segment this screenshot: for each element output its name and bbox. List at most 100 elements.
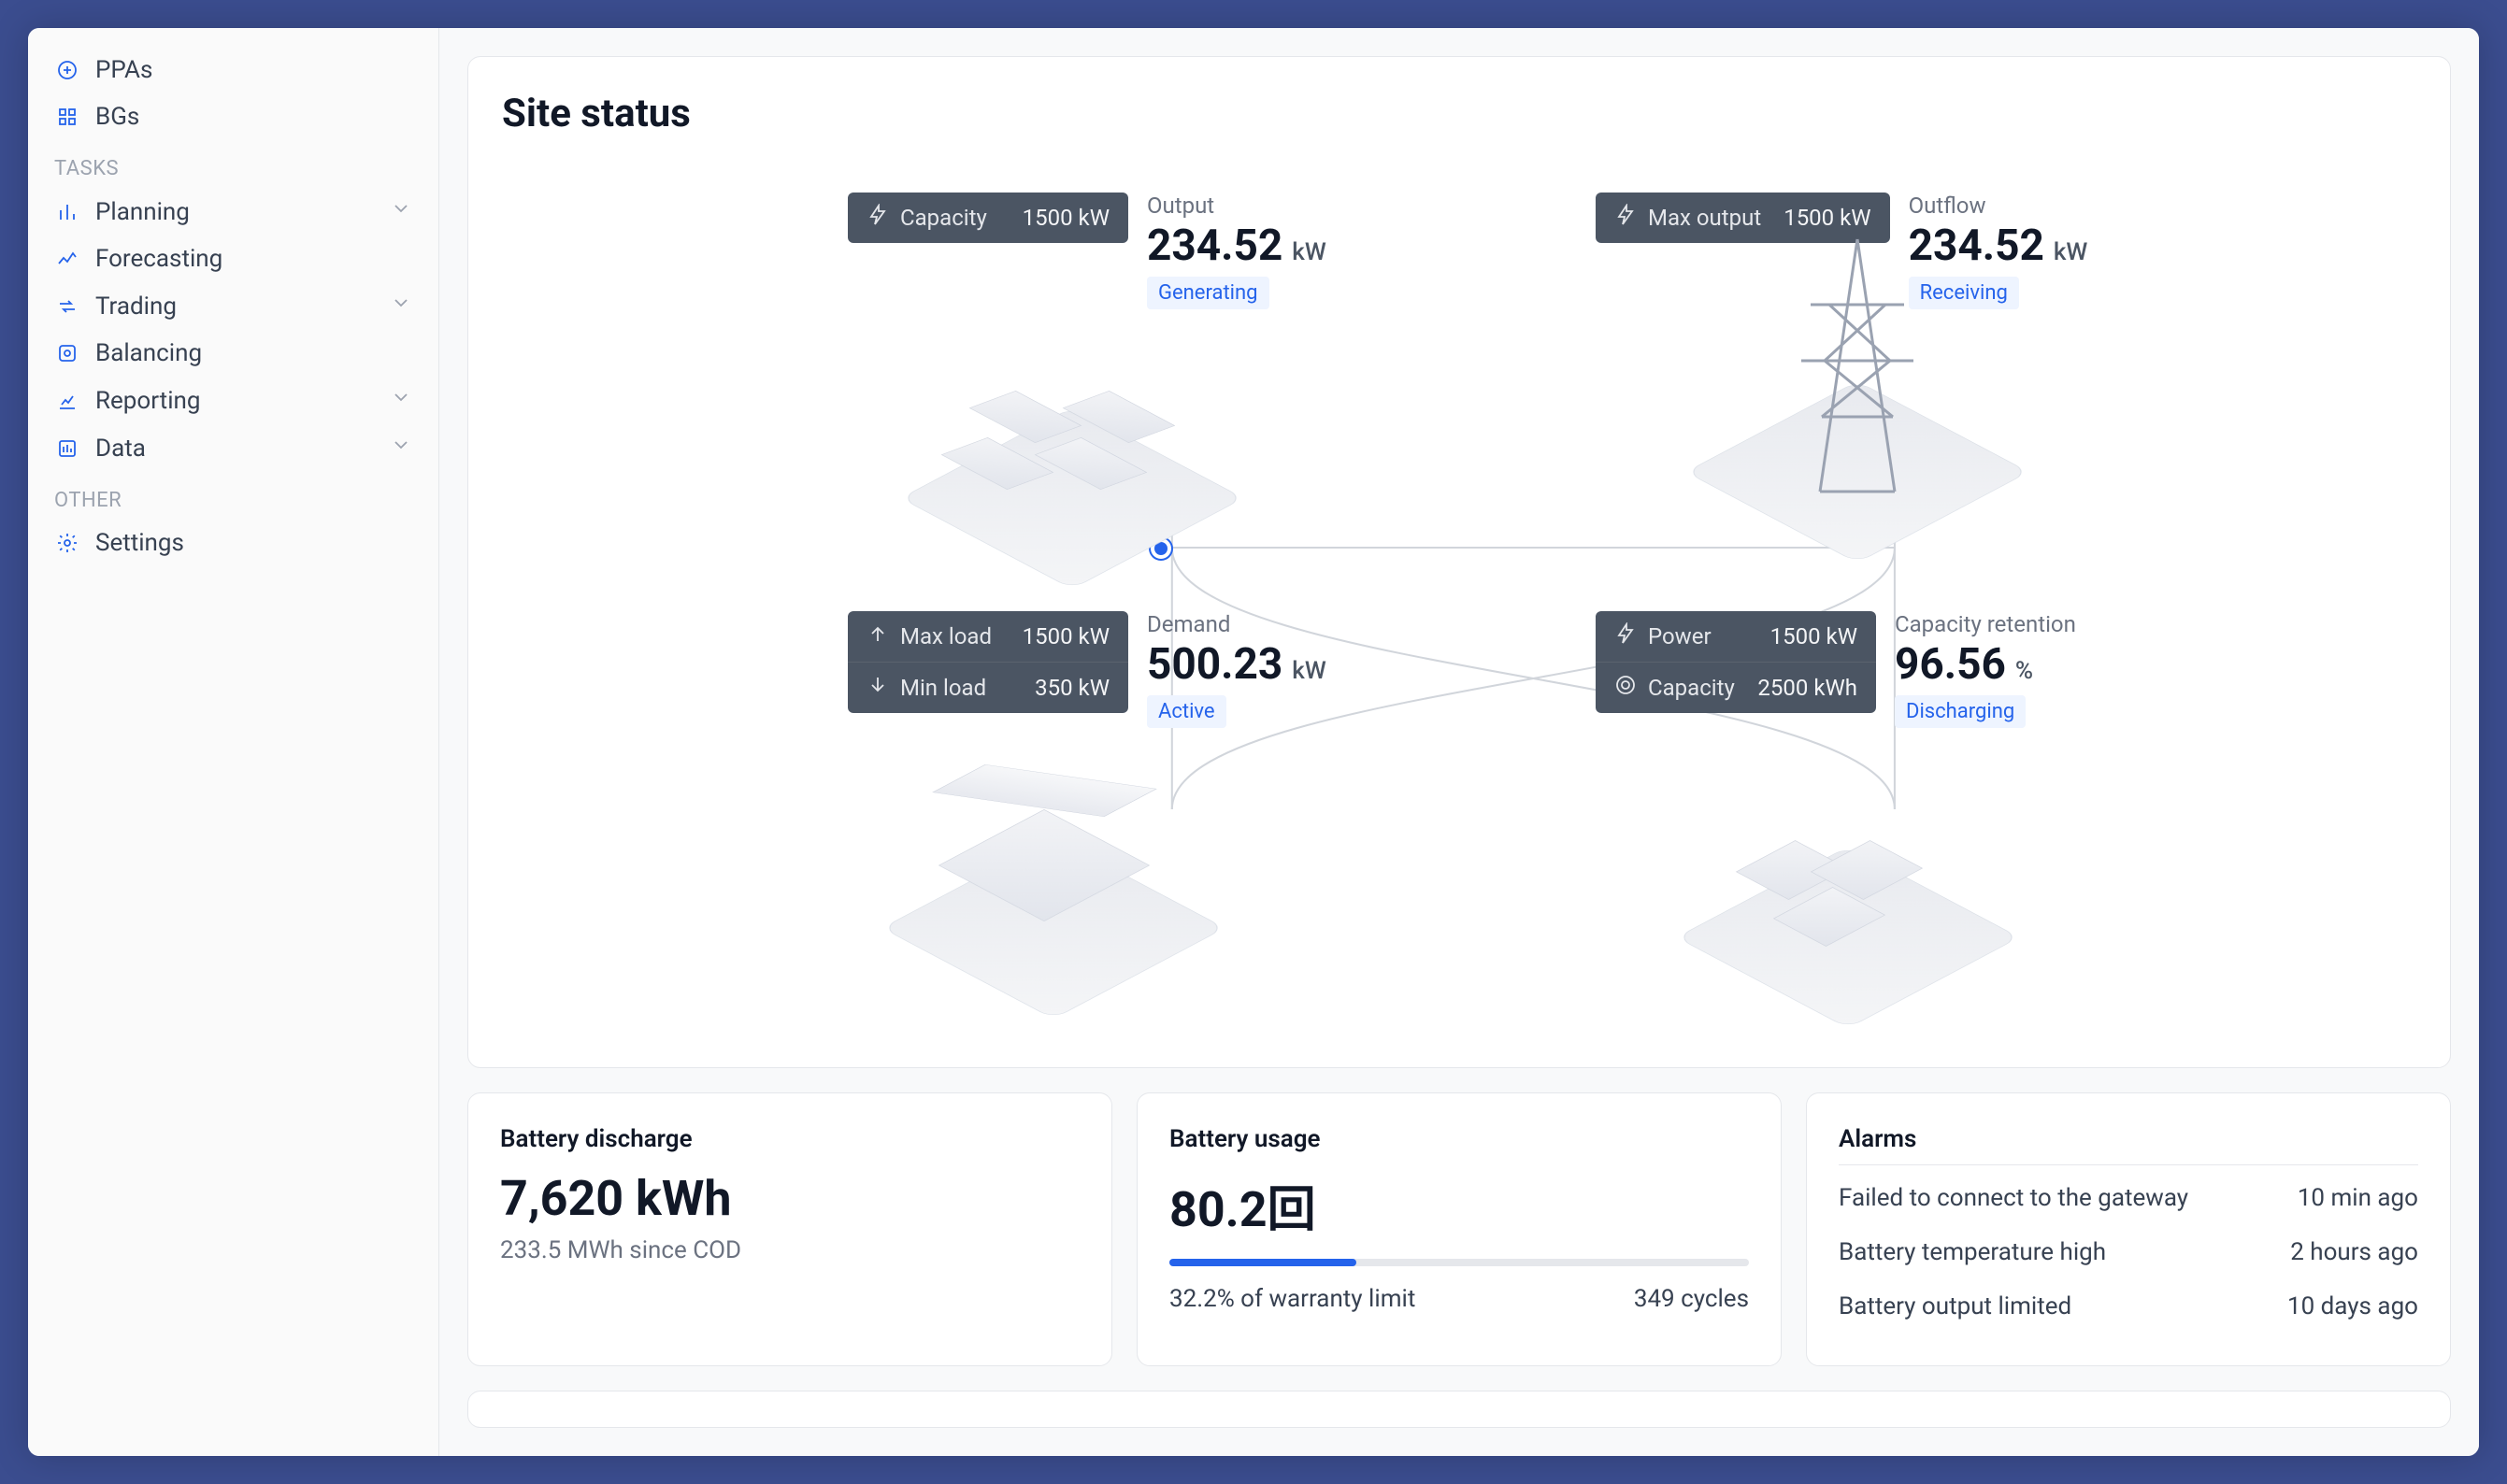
sidebar-heading-other: OTHER (28, 472, 438, 520)
metric-label: Capacity retention (1895, 611, 2076, 637)
tag-label: Min load (900, 675, 986, 701)
alarm-time: 2 hours ago (2290, 1238, 2418, 1266)
sidebar-label: PPAs (95, 56, 152, 84)
metric-value: 500.23 (1147, 639, 1282, 690)
reporting-icon (54, 388, 80, 414)
connector-lines (502, 155, 2416, 1034)
planning-icon (54, 199, 80, 225)
sidebar-label: Planning (95, 198, 190, 226)
node-load: Max load 1500 kW Min load 350 kW (848, 611, 1326, 728)
tag-label: Capacity (1648, 675, 1735, 701)
alarm-row[interactable]: Failed to connect to the gateway 10 min … (1839, 1171, 2418, 1225)
trading-icon (54, 293, 80, 320)
usage-limit-text: 32.2% of warranty limit (1169, 1285, 1415, 1313)
battery-discharge-card: Battery discharge 7,620 kWh 233.5 MWh si… (467, 1092, 1112, 1366)
tag-value: 1500 kW (1770, 623, 1857, 649)
sidebar: PPAs BGs TASKS Planning (28, 28, 439, 1456)
usage-progress (1169, 1259, 1749, 1266)
sidebar-label: Balancing (95, 339, 202, 367)
battery-tag: Power 1500 kW Capacity 2500 kWh (1596, 611, 1876, 713)
main-content: Site status (439, 28, 2479, 1456)
metric-label: Demand (1147, 611, 1326, 637)
data-icon (54, 435, 80, 462)
tag-value: 1500 kW (1023, 205, 1110, 231)
metric-unit: kW (2054, 238, 2087, 266)
chevron-down-icon (390, 434, 412, 463)
sidebar-label: Settings (95, 529, 184, 557)
usage-value: 80.2回 (1169, 1170, 1749, 1240)
balancing-icon (54, 340, 80, 366)
solar-tag: Capacity 1500 kW (848, 193, 1128, 243)
metric-unit: kW (1292, 657, 1325, 685)
usage-progress-fill (1169, 1259, 1356, 1266)
solar-panels-icon (895, 323, 1250, 576)
metric-unit: % (2015, 657, 2033, 685)
site-status-card: Site status (467, 56, 2451, 1068)
sidebar-item-balancing[interactable]: Balancing (28, 330, 438, 377)
metric-label: Outflow (1909, 193, 2088, 219)
sidebar-label: Forecasting (95, 245, 222, 273)
alarm-msg: Battery temperature high (1839, 1238, 2106, 1266)
alarms-card: Alarms Failed to connect to the gateway … (1806, 1092, 2451, 1366)
ppas-icon (54, 57, 80, 83)
bolt-icon (1614, 622, 1637, 650)
bottom-cards: Battery discharge 7,620 kWh 233.5 MWh si… (467, 1092, 2451, 1366)
sidebar-label: Reporting (95, 387, 200, 415)
alarm-row[interactable]: Battery output limited 10 days ago (1839, 1279, 2418, 1334)
sidebar-item-settings[interactable]: Settings (28, 520, 438, 566)
gear-icon (54, 530, 80, 556)
load-tag: Max load 1500 kW Min load 350 kW (848, 611, 1128, 713)
tag-label: Capacity (900, 205, 987, 231)
card-title: Battery usage (1169, 1125, 1749, 1153)
tag-value: 1500 kW (1023, 623, 1110, 649)
next-card-peek (467, 1391, 2451, 1428)
node-solar: Capacity 1500 kW Output 234.52 kW Genera… (848, 193, 1326, 309)
sidebar-label: Trading (95, 293, 177, 321)
bolt-icon (867, 204, 889, 232)
building-icon (876, 753, 1231, 1006)
status-badge: Generating (1147, 277, 1269, 309)
bgs-icon (54, 104, 80, 130)
arrow-down-icon (867, 674, 889, 702)
discharge-sub: 233.5 MWh since COD (500, 1236, 1080, 1264)
alarm-msg: Battery output limited (1839, 1292, 2071, 1320)
bolt-icon (1614, 204, 1637, 232)
chevron-down-icon (390, 292, 412, 321)
node-battery: Power 1500 kW Capacity 2500 kWh (1596, 611, 2076, 728)
metric-value: 234.52 (1147, 221, 1282, 271)
sidebar-item-planning[interactable]: Planning (28, 188, 438, 235)
sidebar-item-trading[interactable]: Trading (28, 282, 438, 330)
page-title: Site status (502, 91, 2416, 136)
card-title: Alarms (1839, 1125, 2418, 1165)
sidebar-item-ppas[interactable]: PPAs (28, 47, 438, 93)
status-badge: Discharging (1895, 695, 2026, 728)
diagram: Capacity 1500 kW Output 234.52 kW Genera… (502, 155, 2416, 1034)
tag-value: 350 kW (1035, 675, 1110, 701)
sidebar-item-data[interactable]: Data (28, 424, 438, 472)
discharge-value: 7,620 kWh (500, 1170, 1080, 1227)
sidebar-item-forecasting[interactable]: Forecasting (28, 235, 438, 282)
tag-label: Power (1648, 623, 1712, 649)
forecasting-icon (54, 246, 80, 272)
grid-tower-icon (1680, 267, 2035, 520)
alarm-msg: Failed to connect to the gateway (1839, 1184, 2188, 1212)
tag-label: Max output (1648, 205, 1761, 231)
alarm-time: 10 min ago (2298, 1184, 2418, 1212)
tag-label: Max load (900, 623, 992, 649)
arrow-up-icon (867, 622, 889, 650)
tag-value: 1500 kW (1784, 205, 1870, 231)
tag-value: 2500 kWh (1757, 675, 1857, 701)
battery-units-icon (1670, 763, 2026, 1015)
sidebar-item-bgs[interactable]: BGs (28, 93, 438, 140)
sidebar-item-reporting[interactable]: Reporting (28, 377, 438, 424)
sidebar-heading-tasks: TASKS (28, 140, 438, 188)
metric-label: Output (1147, 193, 1326, 219)
status-badge: Active (1147, 695, 1226, 728)
metric-value: 96.56 (1895, 639, 2006, 690)
sidebar-label: Data (95, 435, 146, 463)
usage-cycles-text: 349 cycles (1634, 1285, 1749, 1313)
alarm-row[interactable]: Battery temperature high 2 hours ago (1839, 1225, 2418, 1279)
chevron-down-icon (390, 386, 412, 415)
battery-usage-card: Battery usage 80.2回 32.2% of warranty li… (1137, 1092, 1782, 1366)
sidebar-label: BGs (95, 103, 139, 131)
